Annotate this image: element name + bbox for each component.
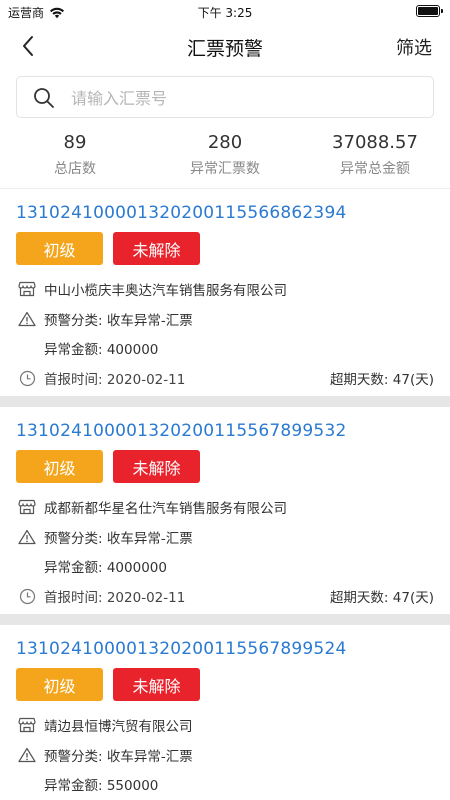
card-separator	[0, 396, 450, 407]
abnormal-amount: 异常金额: 4000000	[44, 560, 167, 576]
date-row: 首报时间: 2020-02-11	[18, 368, 185, 388]
abnormal-amount: 异常金额: 550000	[44, 778, 159, 794]
date-row: 首报时间: 2020-02-11	[18, 586, 185, 606]
stat-label: 异常汇票数	[190, 161, 260, 177]
store-icon	[18, 280, 36, 298]
warning-icon	[18, 528, 36, 546]
stat-value: 37088.57	[332, 132, 418, 153]
search-box[interactable]	[16, 76, 434, 118]
overdue-days: 超期天数: 47(天)	[329, 590, 434, 606]
clock-icon	[18, 587, 36, 605]
filter-button[interactable]: 筛选	[396, 34, 432, 60]
level-badge: 初级	[16, 450, 103, 483]
stat-total-stores: 89 总店数	[0, 130, 150, 186]
ticket-number[interactable]: 131024100001320200115567899532	[16, 421, 346, 441]
category-row: 预警分类: 收车异常-汇票	[18, 309, 193, 329]
store-icon	[18, 498, 36, 516]
stat-label: 异常总金额	[340, 161, 410, 177]
clock-time: 下午 3:25	[197, 6, 253, 20]
company-name: 中山小榄庆丰奥达汽车销售服务有限公司	[44, 283, 287, 299]
level-badge: 初级	[16, 232, 103, 265]
warning-card[interactable]: 131024100001320200115567899532 初级 未解除 成都…	[0, 407, 450, 614]
warning-card[interactable]: 131024100001320200115567899524 初级 未解除 靖边…	[0, 625, 450, 800]
status-badge: 未解除	[113, 668, 200, 701]
stat-value: 280	[207, 132, 243, 153]
card-separator	[0, 614, 450, 625]
store-icon	[18, 716, 36, 734]
category-row: 预警分类: 收车异常-汇票	[18, 745, 193, 765]
stat-abnormal-tickets: 280 异常汇票数	[150, 130, 300, 186]
warning-icon	[18, 310, 36, 328]
warning-list: 131024100001320200115566862394 初级 未解除 中山…	[0, 189, 450, 800]
status-badge: 未解除	[113, 450, 200, 483]
company-row: 成都新都华星名仕汽车销售服务有限公司	[18, 497, 287, 517]
battery-icon	[416, 5, 443, 17]
warning-category: 预警分类: 收车异常-汇票	[44, 531, 193, 547]
stat-label: 总店数	[54, 161, 96, 177]
company-name: 成都新都华星名仕汽车销售服务有限公司	[44, 501, 287, 517]
warning-category: 预警分类: 收车异常-汇票	[44, 313, 193, 329]
summary-stats: 89 总店数 280 异常汇票数 37088.57 异常总金额	[0, 130, 450, 186]
ticket-number[interactable]: 131024100001320200115566862394	[16, 203, 346, 223]
company-row: 中山小榄庆丰奥达汽车销售服务有限公司	[18, 279, 287, 299]
warning-icon	[18, 746, 36, 764]
category-row: 预警分类: 收车异常-汇票	[18, 527, 193, 547]
first-report-time: 首报时间: 2020-02-11	[44, 590, 186, 606]
warning-category: 预警分类: 收车异常-汇票	[44, 749, 193, 765]
search-input[interactable]	[71, 83, 411, 113]
page-title: 汇票预警	[186, 38, 263, 60]
clock-icon	[18, 369, 36, 387]
tag-group: 初级 未解除	[16, 450, 200, 483]
level-badge: 初级	[16, 668, 103, 701]
company-name: 靖边县恒博汽贸有限公司	[44, 719, 193, 735]
status-bar: 运营商 下午 3:25	[0, 0, 450, 24]
search-icon	[34, 88, 54, 108]
warning-card[interactable]: 131024100001320200115566862394 初级 未解除 中山…	[0, 189, 450, 396]
tag-group: 初级 未解除	[16, 232, 200, 265]
first-report-time: 首报时间: 2020-02-11	[44, 372, 186, 388]
ticket-number[interactable]: 131024100001320200115567899524	[16, 639, 346, 659]
stat-abnormal-amount: 37088.57 异常总金额	[300, 130, 450, 186]
nav-bar: 汇票预警 筛选	[0, 24, 450, 68]
company-row: 靖边县恒博汽贸有限公司	[18, 715, 193, 735]
overdue-days: 超期天数: 47(天)	[329, 372, 434, 388]
abnormal-amount: 异常金额: 400000	[44, 342, 159, 358]
stat-value: 89	[63, 132, 87, 153]
status-badge: 未解除	[113, 232, 200, 265]
tag-group: 初级 未解除	[16, 668, 200, 701]
